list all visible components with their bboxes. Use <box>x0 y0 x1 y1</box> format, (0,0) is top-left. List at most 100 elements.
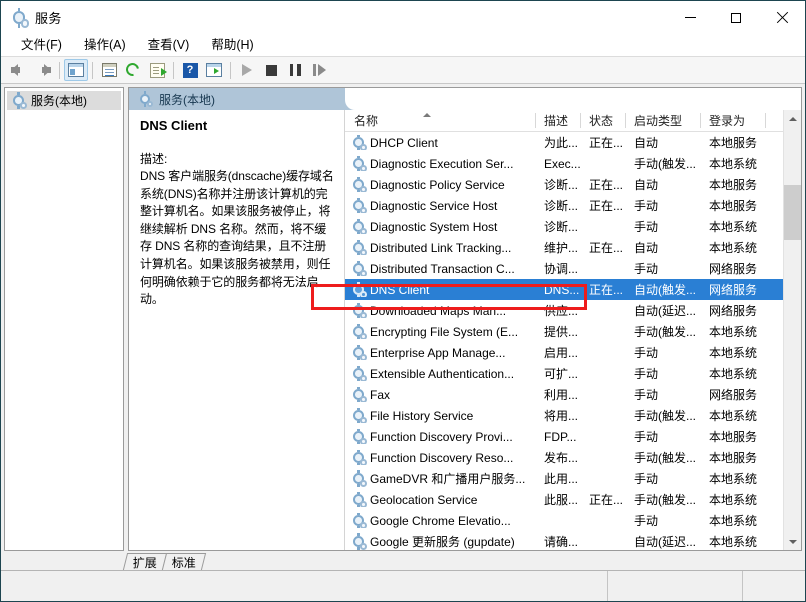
services-gear-icon <box>351 345 366 360</box>
table-row[interactable]: Distributed Link Tracking...维护...正在...自动… <box>345 237 783 258</box>
start-service-button[interactable] <box>235 59 259 81</box>
cell-description: Exec... <box>535 157 580 171</box>
service-name-text: Google Chrome Elevatio... <box>370 514 511 528</box>
cell-description: 此服... <box>535 491 580 508</box>
cell-service-name: Fax <box>345 387 535 402</box>
table-row[interactable]: Diagnostic Policy Service诊断...正在...自动本地服… <box>345 174 783 195</box>
menu-help[interactable]: 帮助(H) <box>200 36 264 55</box>
stop-service-button[interactable] <box>259 59 283 81</box>
table-row[interactable]: Downloaded Maps Man...供应...自动(延迟...网络服务 <box>345 300 783 321</box>
title-bar: 服务 <box>1 1 805 34</box>
cell-status: 正在... <box>580 176 625 193</box>
pane-header: 服务(本地) <box>129 88 801 110</box>
refresh-icon <box>126 63 141 78</box>
column-header-startup-type[interactable]: 启动类型 <box>625 110 700 131</box>
scrollbar-thumb[interactable] <box>784 185 801 240</box>
pane-body: DNS Client 描述: DNS 客户端服务(dnscache)缓存域名系统… <box>129 110 801 550</box>
help-button[interactable]: ? <box>178 59 202 81</box>
services-gear-icon <box>351 240 366 255</box>
scroll-down-button[interactable] <box>784 533 801 550</box>
table-row[interactable]: Extensible Authentication...可扩...手动本地系统 <box>345 363 783 384</box>
cell-startup-type: 手动 <box>625 260 700 277</box>
menu-view[interactable]: 查看(V) <box>137 36 201 55</box>
services-gear-icon <box>351 156 366 171</box>
cell-log-on-as: 本地系统 <box>700 323 765 340</box>
table-row[interactable]: GameDVR 和广播用户服务...此用...手动本地系统 <box>345 468 783 489</box>
cell-startup-type: 自动(延迟... <box>625 302 700 319</box>
cell-status: 正在... <box>580 281 625 298</box>
column-header-description[interactable]: 描述 <box>535 110 580 131</box>
tab-standard[interactable]: 标准 <box>162 553 206 570</box>
table-row[interactable]: Geolocation Service此服...正在...手动(触发...本地系… <box>345 489 783 510</box>
tab-extended[interactable]: 扩展 <box>123 553 167 570</box>
services-gear-icon <box>351 429 366 444</box>
cell-startup-type: 手动 <box>625 386 700 403</box>
play-icon <box>242 64 252 76</box>
list-rows: DHCP Client为此...正在...自动本地服务Diagnostic Ex… <box>345 132 783 550</box>
cell-startup-type: 手动 <box>625 218 700 235</box>
menu-file[interactable]: 文件(F) <box>10 36 73 55</box>
vertical-scrollbar[interactable] <box>783 110 801 550</box>
back-button[interactable] <box>7 59 31 81</box>
close-button[interactable] <box>759 1 805 34</box>
table-row[interactable]: Function Discovery Provi...FDP...手动本地服务 <box>345 426 783 447</box>
show-hide-console-tree-button[interactable] <box>64 59 88 81</box>
cell-service-name: Geolocation Service <box>345 492 535 507</box>
service-name-text: Extensible Authentication... <box>370 367 514 381</box>
service-name-text: Fax <box>370 388 390 402</box>
menu-action[interactable]: 操作(A) <box>73 36 137 55</box>
cell-startup-type: 手动(触发... <box>625 449 700 466</box>
sidebar-item-services-local[interactable]: 服务(本地) <box>7 91 121 110</box>
table-row[interactable]: Diagnostic Service Host诊断...正在...手动本地服务 <box>345 195 783 216</box>
properties-button[interactable] <box>97 59 121 81</box>
export-list-button[interactable] <box>145 59 169 81</box>
services-gear-icon <box>351 324 366 339</box>
cell-description: 协调... <box>535 260 580 277</box>
minimize-button[interactable] <box>667 1 713 34</box>
table-row[interactable]: Google 更新服务 (gupdate)请确...自动(延迟...本地系统 <box>345 531 783 550</box>
scroll-up-button[interactable] <box>784 110 801 127</box>
refresh-button[interactable] <box>121 59 145 81</box>
cell-log-on-as: 本地服务 <box>700 449 765 466</box>
pane-header-title: 服务(本地) <box>159 91 215 108</box>
pause-service-button[interactable] <box>283 59 307 81</box>
cell-description: 发布... <box>535 449 580 466</box>
services-list: 名称 描述 状态 启动类型 登录为 DHCP Client为此...正在...自… <box>345 110 783 550</box>
status-segment-2 <box>607 571 742 601</box>
cell-service-name: GameDVR 和广播用户服务... <box>345 470 535 487</box>
column-header-log-on-as[interactable]: 登录为 <box>700 110 765 131</box>
service-name-text: Diagnostic Service Host <box>370 199 497 213</box>
toolbar-separator <box>92 62 93 79</box>
table-row[interactable]: Fax利用...手动网络服务 <box>345 384 783 405</box>
column-header-name[interactable]: 名称 <box>345 110 535 131</box>
cell-log-on-as: 本地服务 <box>700 197 765 214</box>
maximize-button[interactable] <box>713 1 759 34</box>
detail-description-label: 描述: <box>140 150 334 167</box>
console-tree: 服务(本地) <box>4 87 124 551</box>
column-header-status[interactable]: 状态 <box>580 110 625 131</box>
cell-service-name: Enterprise App Manage... <box>345 345 535 360</box>
table-row[interactable]: DHCP Client为此...正在...自动本地服务 <box>345 132 783 153</box>
cell-startup-type: 自动(触发... <box>625 281 700 298</box>
cell-log-on-as: 本地服务 <box>700 428 765 445</box>
table-row[interactable]: Enterprise App Manage...启用...手动本地系统 <box>345 342 783 363</box>
table-row[interactable]: Diagnostic System Host诊断...手动本地系统 <box>345 216 783 237</box>
scrollbar-track[interactable] <box>784 127 801 533</box>
cell-status: 正在... <box>580 491 625 508</box>
show-action-pane-button[interactable] <box>202 59 226 81</box>
cell-log-on-as: 本地服务 <box>700 176 765 193</box>
table-row[interactable]: Diagnostic Execution Ser...Exec...手动(触发.… <box>345 153 783 174</box>
cell-service-name: File History Service <box>345 408 535 423</box>
cell-service-name: Diagnostic Execution Ser... <box>345 156 535 171</box>
cell-log-on-as: 本地系统 <box>700 365 765 382</box>
table-row[interactable]: Google Chrome Elevatio...手动本地系统 <box>345 510 783 531</box>
table-row[interactable]: Function Discovery Reso...发布...手动(触发...本… <box>345 447 783 468</box>
restart-service-button[interactable] <box>307 59 331 81</box>
forward-button[interactable] <box>31 59 55 81</box>
table-row[interactable]: File History Service将用...手动(触发...本地系统 <box>345 405 783 426</box>
table-row[interactable]: Encrypting File System (E...提供...手动(触发..… <box>345 321 783 342</box>
cell-log-on-as: 网络服务 <box>700 386 765 403</box>
table-row[interactable]: DNS ClientDNS...正在...自动(触发...网络服务 <box>345 279 783 300</box>
toolbar: ? <box>1 57 805 84</box>
table-row[interactable]: Distributed Transaction C...协调...手动网络服务 <box>345 258 783 279</box>
